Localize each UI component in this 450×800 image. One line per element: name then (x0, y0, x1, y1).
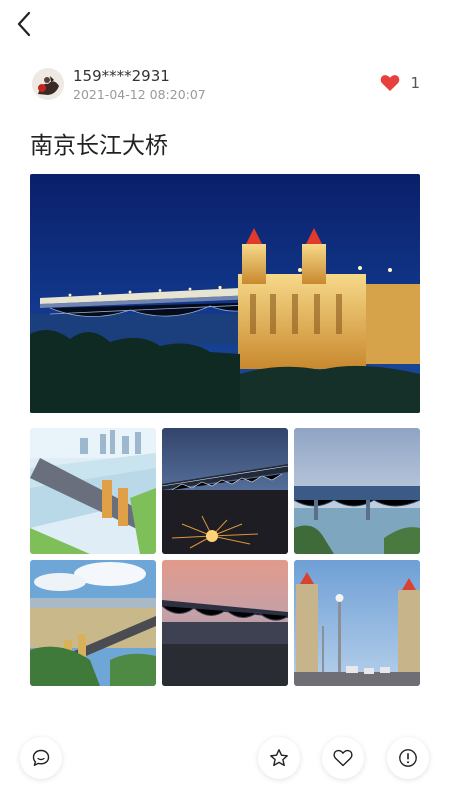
like-button[interactable]: 1 (380, 74, 420, 92)
comment-icon (32, 749, 50, 766)
top-bar (0, 0, 450, 50)
username[interactable]: 159****2931 (73, 67, 170, 85)
gallery-photo[interactable] (294, 560, 420, 686)
gallery-photo[interactable] (162, 428, 288, 554)
like-count: 1 (410, 74, 420, 92)
exclamation-circle-icon (399, 749, 417, 767)
comment-button[interactable] (20, 737, 62, 779)
heart-filled-icon (381, 75, 400, 91)
gallery-photo[interactable] (30, 428, 156, 554)
gallery-photo[interactable] (30, 560, 156, 686)
star-icon (270, 749, 288, 767)
chevron-left-icon (17, 11, 31, 37)
gallery-photo[interactable] (162, 560, 288, 686)
post-timestamp: 2021-04-12 08:20:07 (73, 87, 206, 102)
back-button[interactable] (10, 8, 38, 40)
post-title: 南京长江大桥 (30, 133, 168, 159)
like-bottom-button[interactable] (322, 737, 364, 779)
favorite-button[interactable] (258, 737, 300, 779)
report-button[interactable] (387, 737, 429, 779)
avatar[interactable] (32, 68, 64, 100)
gallery-photo[interactable] (294, 428, 420, 554)
post-header: 159****2931 2021-04-12 08:20:07 1 (30, 66, 422, 106)
heart-outline-icon (333, 749, 353, 767)
hero-photo[interactable] (30, 174, 420, 413)
